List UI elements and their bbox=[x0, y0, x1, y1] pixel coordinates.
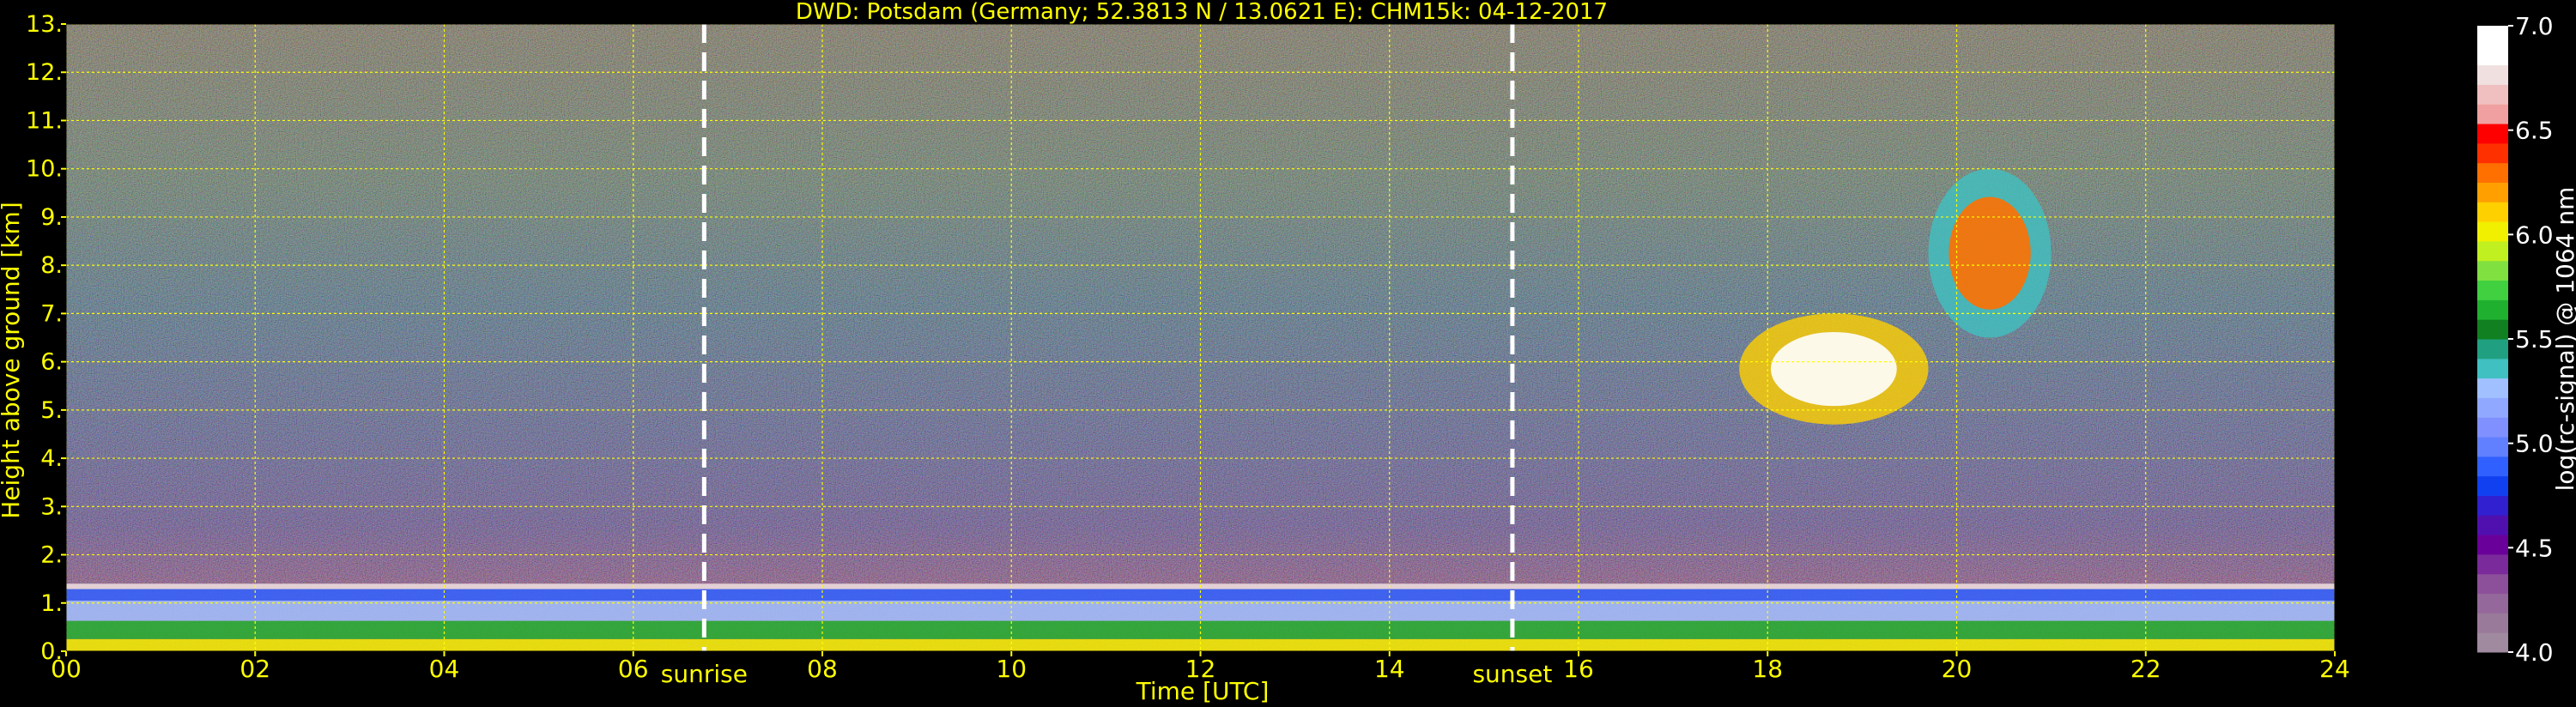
plot-area bbox=[66, 24, 2335, 651]
colorbar-segment bbox=[2477, 475, 2508, 496]
y-tick-label: 11. bbox=[26, 107, 63, 134]
x-tick-label: 16 bbox=[1563, 655, 1594, 683]
colorbar-segment bbox=[2477, 162, 2508, 183]
chart-title: DWD: Potsdam (Germany; 52.3813 N / 13.06… bbox=[796, 0, 1608, 25]
y-axis-ticks: 0. 1. 2. 3. 4. 5. 6. 7. 8. 9. 10. 11. 12. 13. bbox=[26, 11, 66, 665]
x-tick-label: 06 bbox=[618, 655, 649, 683]
y-tick-label: 5. bbox=[40, 397, 63, 424]
colorbar-tick-label: 5.5 bbox=[2515, 325, 2554, 354]
colorbar-segment bbox=[2477, 202, 2508, 222]
colorbar-segment bbox=[2477, 632, 2508, 653]
colorbar bbox=[2477, 26, 2508, 653]
colorbar-segment bbox=[2477, 515, 2508, 535]
colorbar-segment bbox=[2477, 339, 2508, 360]
colorbar-segment bbox=[2477, 26, 2508, 46]
colorbar-segment bbox=[2477, 280, 2508, 300]
y-tick-label: 3. bbox=[40, 493, 63, 520]
colorbar-tick-label: 4.5 bbox=[2515, 534, 2554, 562]
lidar-figure: DWD: Potsdam (Germany; 52.3813 N / 13.06… bbox=[0, 0, 2576, 705]
x-tick-label: 24 bbox=[2319, 655, 2350, 683]
colorbar-segment bbox=[2477, 378, 2508, 398]
annotation-label-sunset: sunset bbox=[1472, 660, 1552, 688]
colorbar-segment bbox=[2477, 319, 2508, 340]
colorbar-segment bbox=[2477, 299, 2508, 320]
x-tick-label: 04 bbox=[429, 655, 460, 683]
colorbar-tick-label: 7.0 bbox=[2515, 12, 2554, 40]
colorbar-segment bbox=[2477, 553, 2508, 575]
colorbar-segment bbox=[2477, 535, 2508, 555]
y-tick-label: 12. bbox=[26, 59, 63, 86]
colorbar-segment bbox=[2477, 104, 2508, 124]
colorbar-tick-label: 6.0 bbox=[2515, 221, 2554, 249]
colorbar-segment bbox=[2477, 45, 2508, 66]
colorbar-segment bbox=[2477, 84, 2508, 105]
colorbar-tick-label: 4.0 bbox=[2515, 638, 2554, 667]
y-axis-label: Height above ground [km] bbox=[0, 202, 25, 519]
y-tick-label: 8. bbox=[40, 252, 63, 279]
colorbar-segment bbox=[2477, 437, 2508, 457]
annotation-label-sunrise: sunrise bbox=[661, 660, 748, 688]
y-tick-label: 2. bbox=[40, 542, 63, 569]
x-tick-label: 20 bbox=[1942, 655, 1973, 683]
colorbar-segment bbox=[2477, 221, 2508, 242]
y-tick-label: 0. bbox=[40, 638, 63, 665]
feature-cloud bbox=[1928, 168, 2052, 338]
y-tick-label: 1. bbox=[40, 590, 63, 617]
y-tick-label: 13. bbox=[26, 11, 63, 38]
colorbar-segment bbox=[2477, 240, 2508, 262]
colorbar-segment bbox=[2477, 260, 2508, 281]
colorbar-segment bbox=[2477, 456, 2508, 477]
y-tick-label: 4. bbox=[40, 445, 63, 472]
colorbar-tick-label: 5.0 bbox=[2515, 430, 2554, 458]
colorbar-segment bbox=[2477, 573, 2508, 595]
y-tick-label: 7. bbox=[40, 300, 63, 327]
x-tick-label: 18 bbox=[1752, 655, 1783, 683]
colorbar-label: log(rc-signal) @ 1064 nm bbox=[2551, 187, 2576, 492]
annotation-labels: sunrise sunset bbox=[661, 660, 1553, 688]
x-tick-label: 08 bbox=[807, 655, 838, 683]
colorbar-segment bbox=[2477, 64, 2508, 85]
colorbar-segment bbox=[2477, 124, 2508, 144]
colorbar-segment bbox=[2477, 417, 2508, 438]
x-axis-label: Time [UTC] bbox=[1136, 677, 1270, 705]
y-tick-label: 9. bbox=[40, 204, 63, 231]
colorbar-ticks: 4.0 4.5 5.0 5.5 6.0 6.5 7.0 bbox=[2508, 12, 2554, 667]
colorbar-tick-label: 6.5 bbox=[2515, 117, 2554, 145]
x-tick-label: 10 bbox=[996, 655, 1027, 683]
y-tick-label: 6. bbox=[40, 349, 63, 376]
colorbar-segment bbox=[2477, 358, 2508, 379]
x-tick-label: 22 bbox=[2131, 655, 2161, 683]
colorbar-segment bbox=[2477, 182, 2508, 202]
colorbar-segment bbox=[2477, 495, 2508, 516]
colorbar-segment bbox=[2477, 142, 2508, 164]
x-tick-label: 02 bbox=[239, 655, 270, 683]
x-tick-label: 14 bbox=[1374, 655, 1405, 683]
y-tick-label: 10. bbox=[26, 156, 63, 183]
colorbar-segment bbox=[2477, 397, 2508, 418]
colorbar-segment bbox=[2477, 613, 2508, 633]
colorbar-segment bbox=[2477, 593, 2508, 613]
